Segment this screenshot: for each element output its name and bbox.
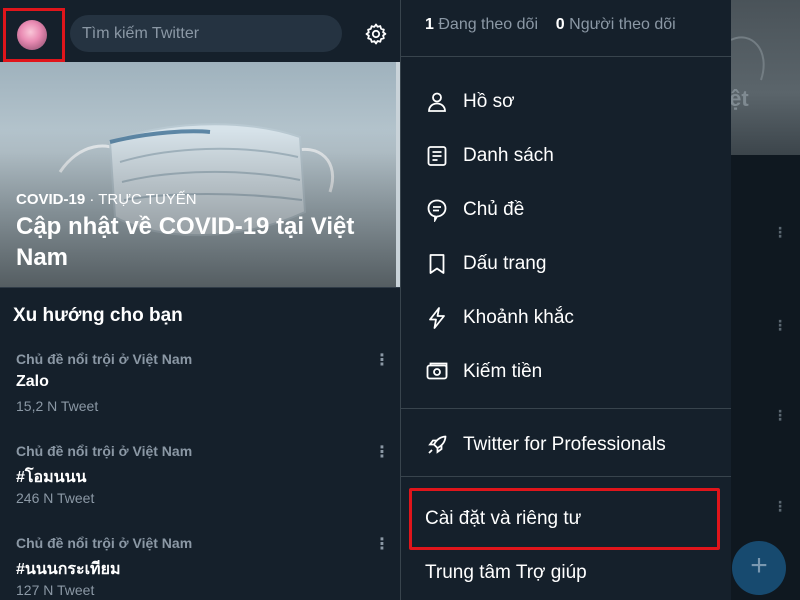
lightning-icon <box>429 307 445 329</box>
dimmed-hero: iệt <box>731 0 800 155</box>
navigation-drawer: 1 Đang theo dõi 0 Người theo dõi Hồ sơ D… <box>400 0 732 600</box>
menu-item-bookmarks[interactable]: Dấu trang <box>401 237 732 291</box>
drawer-divider <box>401 408 732 409</box>
trend-item[interactable]: Chủ đề nổi trội ở Việt Nam Zalo 15,2 N T… <box>0 351 396 441</box>
money-icon <box>426 362 448 380</box>
help-center-item[interactable]: Trung tâm Trợ giúp <box>425 562 587 584</box>
menu-item-moments[interactable]: Khoảnh khắc <box>401 291 732 345</box>
compose-tweet-button[interactable]: + <box>732 541 786 595</box>
plus-icon: + <box>750 549 768 582</box>
trend-context: Chủ đề nổi trội ở Việt Nam <box>16 351 193 367</box>
more-options-icon: ⋮ <box>773 317 787 333</box>
menu-item-label: Dấu trang <box>463 253 547 274</box>
gear-icon[interactable] <box>364 22 388 46</box>
menu-item-topics[interactable]: Chủ đề <box>401 183 732 237</box>
trend-count: 246 N Tweet <box>16 490 95 506</box>
trend-context: Chủ đề nổi trội ở Việt Nam <box>16 443 193 459</box>
drawer-divider <box>401 476 732 477</box>
more-options-icon: ⋮ <box>773 224 787 240</box>
rocket-icon <box>428 435 447 454</box>
followers-link[interactable]: 0 Người theo dõi <box>556 16 676 33</box>
section-divider <box>0 287 400 297</box>
following-link[interactable]: 1 Đang theo dõi <box>425 16 538 33</box>
search-input[interactable]: Tìm kiếm Twitter <box>70 15 342 52</box>
lists-icon <box>427 146 447 166</box>
dimmed-hero-text: iệt <box>731 86 749 111</box>
trend-count: 15,2 N Tweet <box>16 398 99 414</box>
avatar-highlight-box <box>3 8 65 62</box>
trend-name: Zalo <box>16 373 49 390</box>
top-bar: Tìm kiếm Twitter <box>0 0 400 62</box>
more-options-icon[interactable]: ⋮ <box>374 536 390 554</box>
bookmark-icon <box>429 254 445 274</box>
hero-banner[interactable]: COVID-19 · TRỰC TUYẾN Cập nhật về COVID-… <box>0 62 400 287</box>
hero-status: TRỰC TUYẾN <box>98 191 197 208</box>
menu-item-professionals[interactable]: Twitter for Professionals <box>401 418 732 472</box>
more-options-icon[interactable]: ⋮ <box>374 444 390 462</box>
dimmed-background[interactable]: iệt ⋮ ⋮ ⋮ ⋮ + <box>731 0 800 600</box>
follow-stats: 1 Đang theo dõi 0 Người theo dõi <box>425 16 676 34</box>
menu-item-lists[interactable]: Danh sách <box>401 129 732 183</box>
trends-heading: Xu hướng cho bạn <box>13 305 183 326</box>
trend-name: #นนนกระเทียม <box>16 561 121 578</box>
face-mask-image <box>731 36 765 81</box>
menu-item-label: Hồ sơ <box>463 91 515 112</box>
menu-item-monetization[interactable]: Kiếm tiền <box>401 345 732 399</box>
trend-item[interactable]: Chủ đề nổi trội ở Việt Nam #โอมนนน 246 N… <box>0 443 396 533</box>
more-options-icon: ⋮ <box>773 407 787 423</box>
trend-context: Chủ đề nổi trội ở Việt Nam <box>16 535 193 551</box>
trend-item[interactable]: Chủ đề nổi trội ở Việt Nam #นนนกระเทียม … <box>0 535 396 600</box>
drawer-divider <box>401 56 732 57</box>
profile-icon <box>428 92 446 112</box>
menu-item-label: Twitter for Professionals <box>463 434 666 455</box>
search-placeholder: Tìm kiếm Twitter <box>82 25 200 42</box>
trend-name: #โอมนนน <box>16 469 87 486</box>
menu-item-label: Khoảnh khắc <box>463 307 574 328</box>
hero-title: Cập nhật về COVID-19 tại Việt Nam <box>16 213 355 271</box>
explore-panel: Tìm kiếm Twitter COVID-19 · TRỰC TUYẾN C… <box>0 0 400 600</box>
hero-category: COVID-19 · TRỰC TUYẾN <box>16 191 197 208</box>
more-options-icon[interactable]: ⋮ <box>374 352 390 370</box>
settings-and-privacy-item[interactable]: Cài đặt và riêng tư <box>425 508 581 530</box>
more-options-icon: ⋮ <box>773 498 787 514</box>
menu-item-label: Chủ đề <box>463 199 525 220</box>
menu-item-profile[interactable]: Hồ sơ <box>401 75 732 129</box>
trend-count: 127 N Tweet <box>16 582 95 598</box>
topics-icon <box>427 199 447 222</box>
avatar[interactable] <box>17 20 47 50</box>
menu-item-label: Kiếm tiền <box>463 361 543 382</box>
menu-item-label: Danh sách <box>463 145 554 166</box>
